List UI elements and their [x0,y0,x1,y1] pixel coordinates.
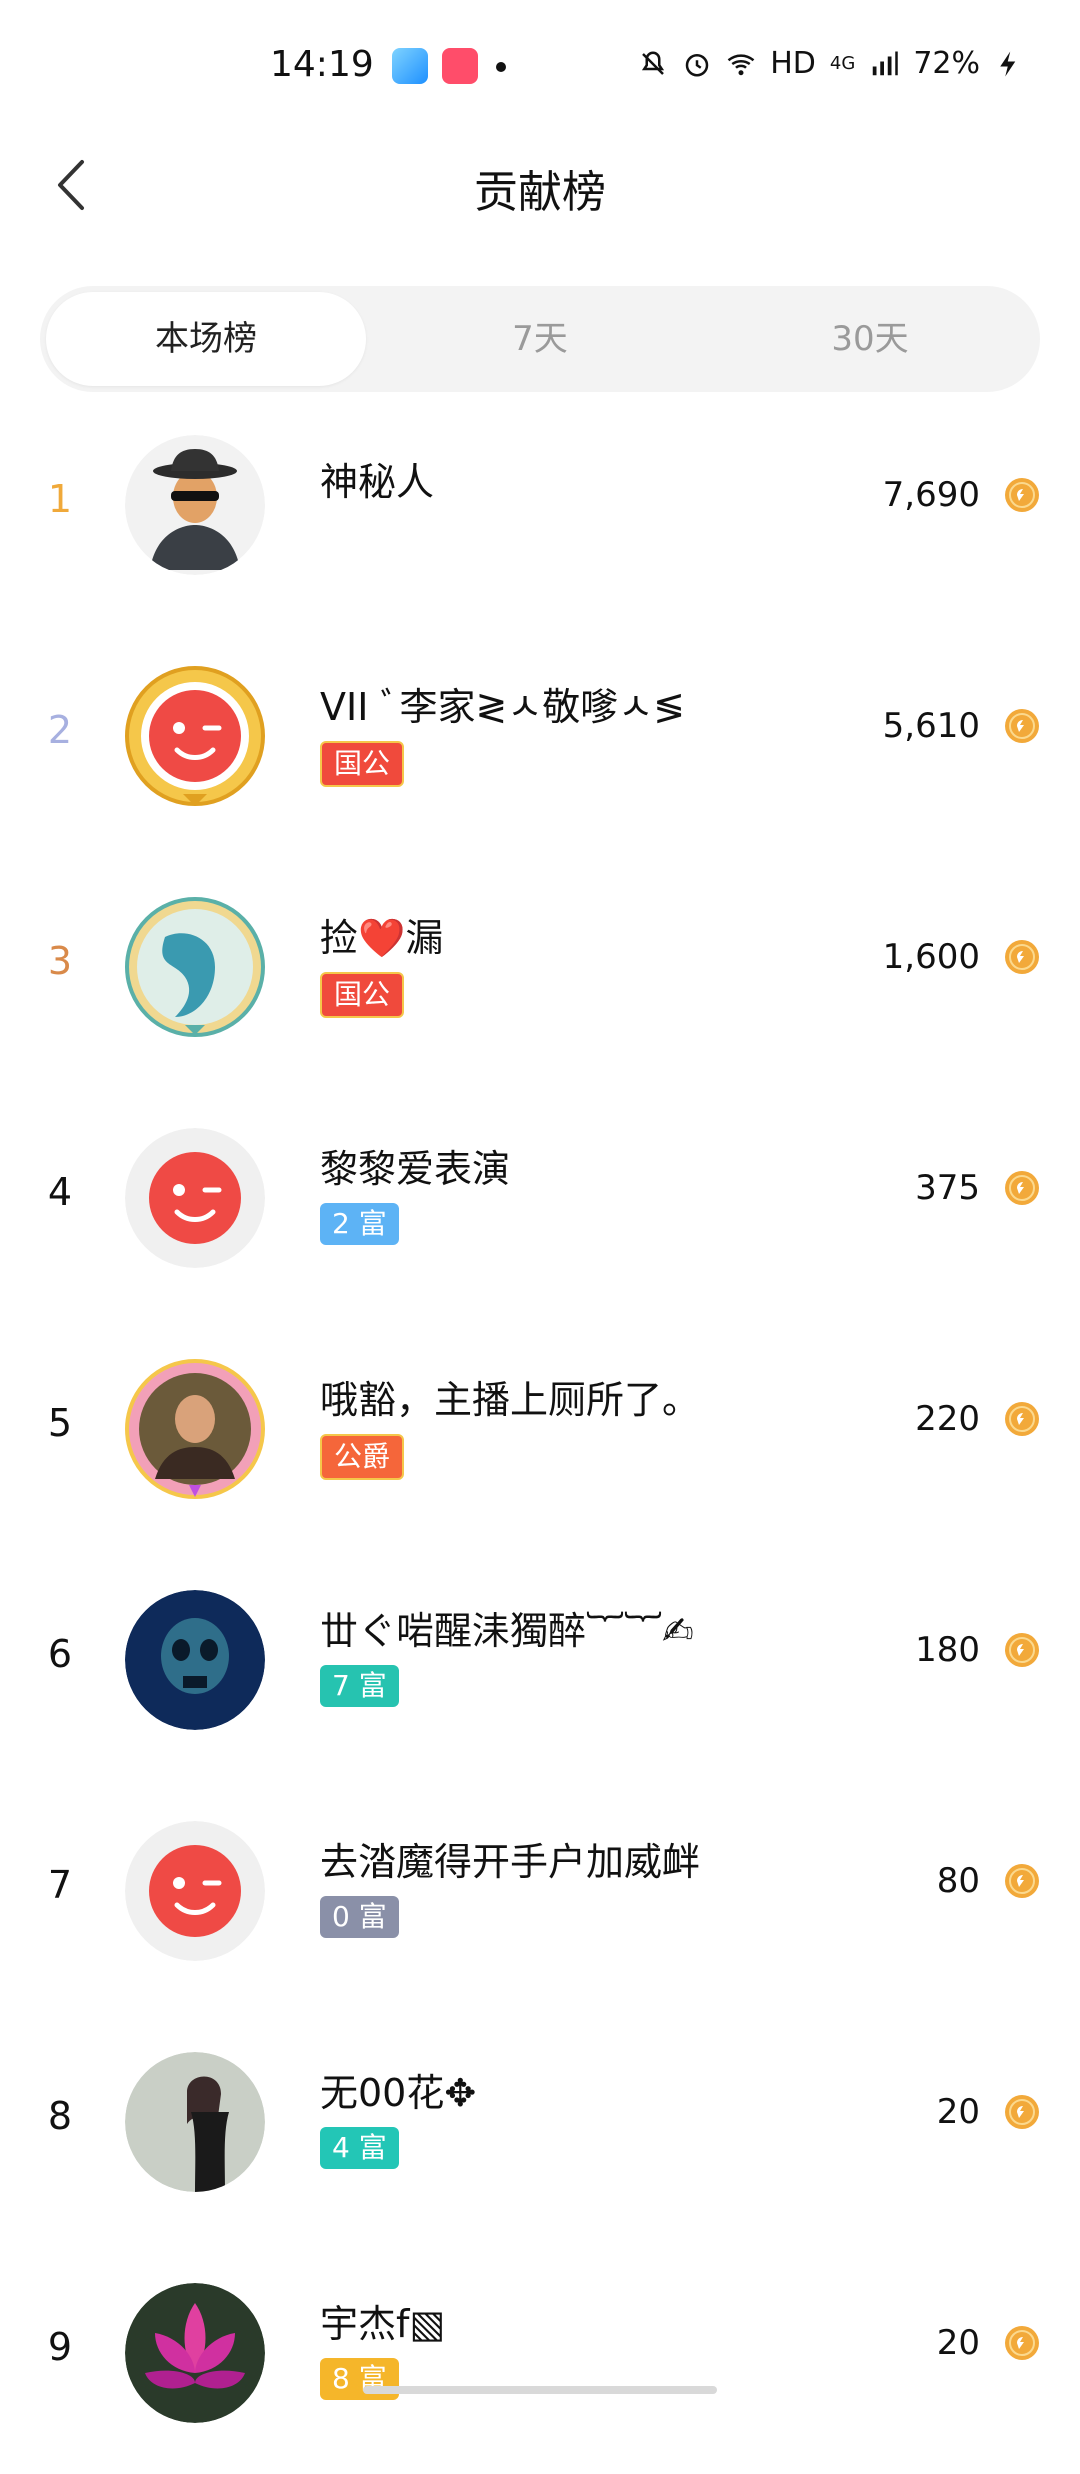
user-name: 宇杰f▧ [320,2302,446,2346]
user-name: 无00花✥ [320,2071,477,2115]
home-indicator[interactable] [363,2386,717,2394]
list-item[interactable]: 1 神秘人 7,690 [0,395,1080,626]
battery-label: 72% [913,46,980,81]
user-name: 去涾魔得开手户加威衅 [320,1840,701,1884]
rank-number: 5 [47,1401,73,1445]
coin-icon [1005,2095,1039,2129]
telegram-icon [392,48,428,84]
contribution-amount: 220 [915,1399,980,1439]
lotus-avatar[interactable] [125,2283,265,2423]
status-time: 14:19 [270,44,374,85]
contribution-amount: 20 [936,2092,980,2132]
user-name: 神秘人 [320,460,435,504]
list-item[interactable]: 5 哦豁，主播上厕所了。 公爵 220 [0,1319,1080,1550]
rank-number: 8 [47,2094,73,2138]
page-title: 贡献榜 [474,167,606,218]
charging-icon [1000,51,1016,76]
rank-number: 9 [47,2325,73,2369]
rank-number: 1 [47,477,73,521]
coin-icon [1005,1633,1039,1667]
list-item[interactable]: 2 VII ﾞ李家≷ㅅ敬嗲ㅅ≶ 国公 5,610 [0,626,1080,857]
rank-number: 2 [47,708,73,752]
coin-icon [1005,1171,1039,1205]
rank-number: 4 [47,1170,73,1214]
user-name: 捡❤️漏 [320,916,444,960]
tab-7-days[interactable]: 7天 [420,292,660,386]
rank-number: 6 [47,1632,73,1676]
tab-bar: 本场榜 7天 30天 [40,286,1040,392]
signal-icon [873,51,899,75]
skull-avatar[interactable] [125,1590,265,1730]
contribution-amount: 1,600 [882,937,980,977]
contribution-amount: 5,610 [882,706,980,746]
list-item[interactable]: 6 丗ぐ啱醒洡獨醉︸︸✍ 7 富 180 [0,1550,1080,1781]
default-avatar[interactable] [125,1821,265,1961]
list-item[interactable]: 8 无00花✥ 4 富 20 [0,2012,1080,2243]
dragon-avatar[interactable] [125,897,265,1037]
ranking-list: 1 神秘人 7,690 2 VII ﾞ李家≷ㅅ敬嗲ㅅ≶ 国公 5,610 3 捡… [0,395,1080,2474]
notification-dot-icon [496,62,506,72]
network-label: HD [770,46,816,81]
noble-badge: 国公 [320,972,405,1018]
noble-badge: 国公 [320,741,405,787]
coin-icon [1005,1402,1039,1436]
tab-current-session[interactable]: 本场榜 [46,292,366,386]
app-icon [442,48,478,84]
woman-photo-avatar[interactable] [125,2052,265,2192]
contribution-amount: 7,690 [882,475,980,515]
contribution-amount: 20 [936,2323,980,2363]
contribution-amount: 180 [915,1630,980,1670]
alarm-icon [685,53,709,76]
rich-level-badge: 4 富 [320,2127,399,2169]
list-item[interactable]: 9 宇杰f▧ 8 富 20 [0,2243,1080,2474]
coin-icon [1005,709,1039,743]
list-item[interactable]: 3 捡❤️漏 国公 1,600 [0,857,1080,1088]
rich-level-badge: 0 富 [320,1896,399,1938]
coin-icon [1005,478,1039,512]
rich-level-badge: 7 富 [320,1665,399,1707]
user-name: VII ﾞ李家≷ㅅ敬嗲ㅅ≶ [320,685,686,729]
mystery-man-avatar[interactable] [125,435,265,575]
default-avatar-gold-frame[interactable] [125,666,265,806]
list-item[interactable]: 4 黎黎爱表演 2 富 375 [0,1088,1080,1319]
wifi-icon [727,53,755,75]
list-item[interactable]: 7 去涾魔得开手户加威衅 0 富 80 [0,1781,1080,2012]
cellular-label: 4G [829,53,856,74]
rank-number: 3 [47,939,73,983]
header: 贡献榜 [0,130,1080,240]
rank-number: 7 [47,1863,73,1907]
user-name: 哦豁，主播上厕所了。 [320,1378,701,1422]
user-name: 黎黎爱表演 [320,1147,511,1191]
status-bar: 14:19 HD 4G 72% [0,0,1080,130]
rich-level-badge: 2 富 [320,1203,399,1245]
coin-icon [1005,2326,1039,2360]
coin-icon [1005,940,1039,974]
noble-badge: 公爵 [320,1434,405,1480]
contribution-amount: 80 [936,1861,980,1901]
user-name: 丗ぐ啱醒洡獨醉︸︸✍ [320,1609,694,1653]
tab-30-days[interactable]: 30天 [750,292,990,386]
man-photo-avatar[interactable] [125,1359,265,1499]
contribution-amount: 375 [915,1168,980,1208]
default-avatar[interactable] [125,1128,265,1268]
coin-icon [1005,1864,1039,1898]
status-right-group: HD 4G 72% [638,46,1024,81]
mute-bell-icon [642,50,665,75]
